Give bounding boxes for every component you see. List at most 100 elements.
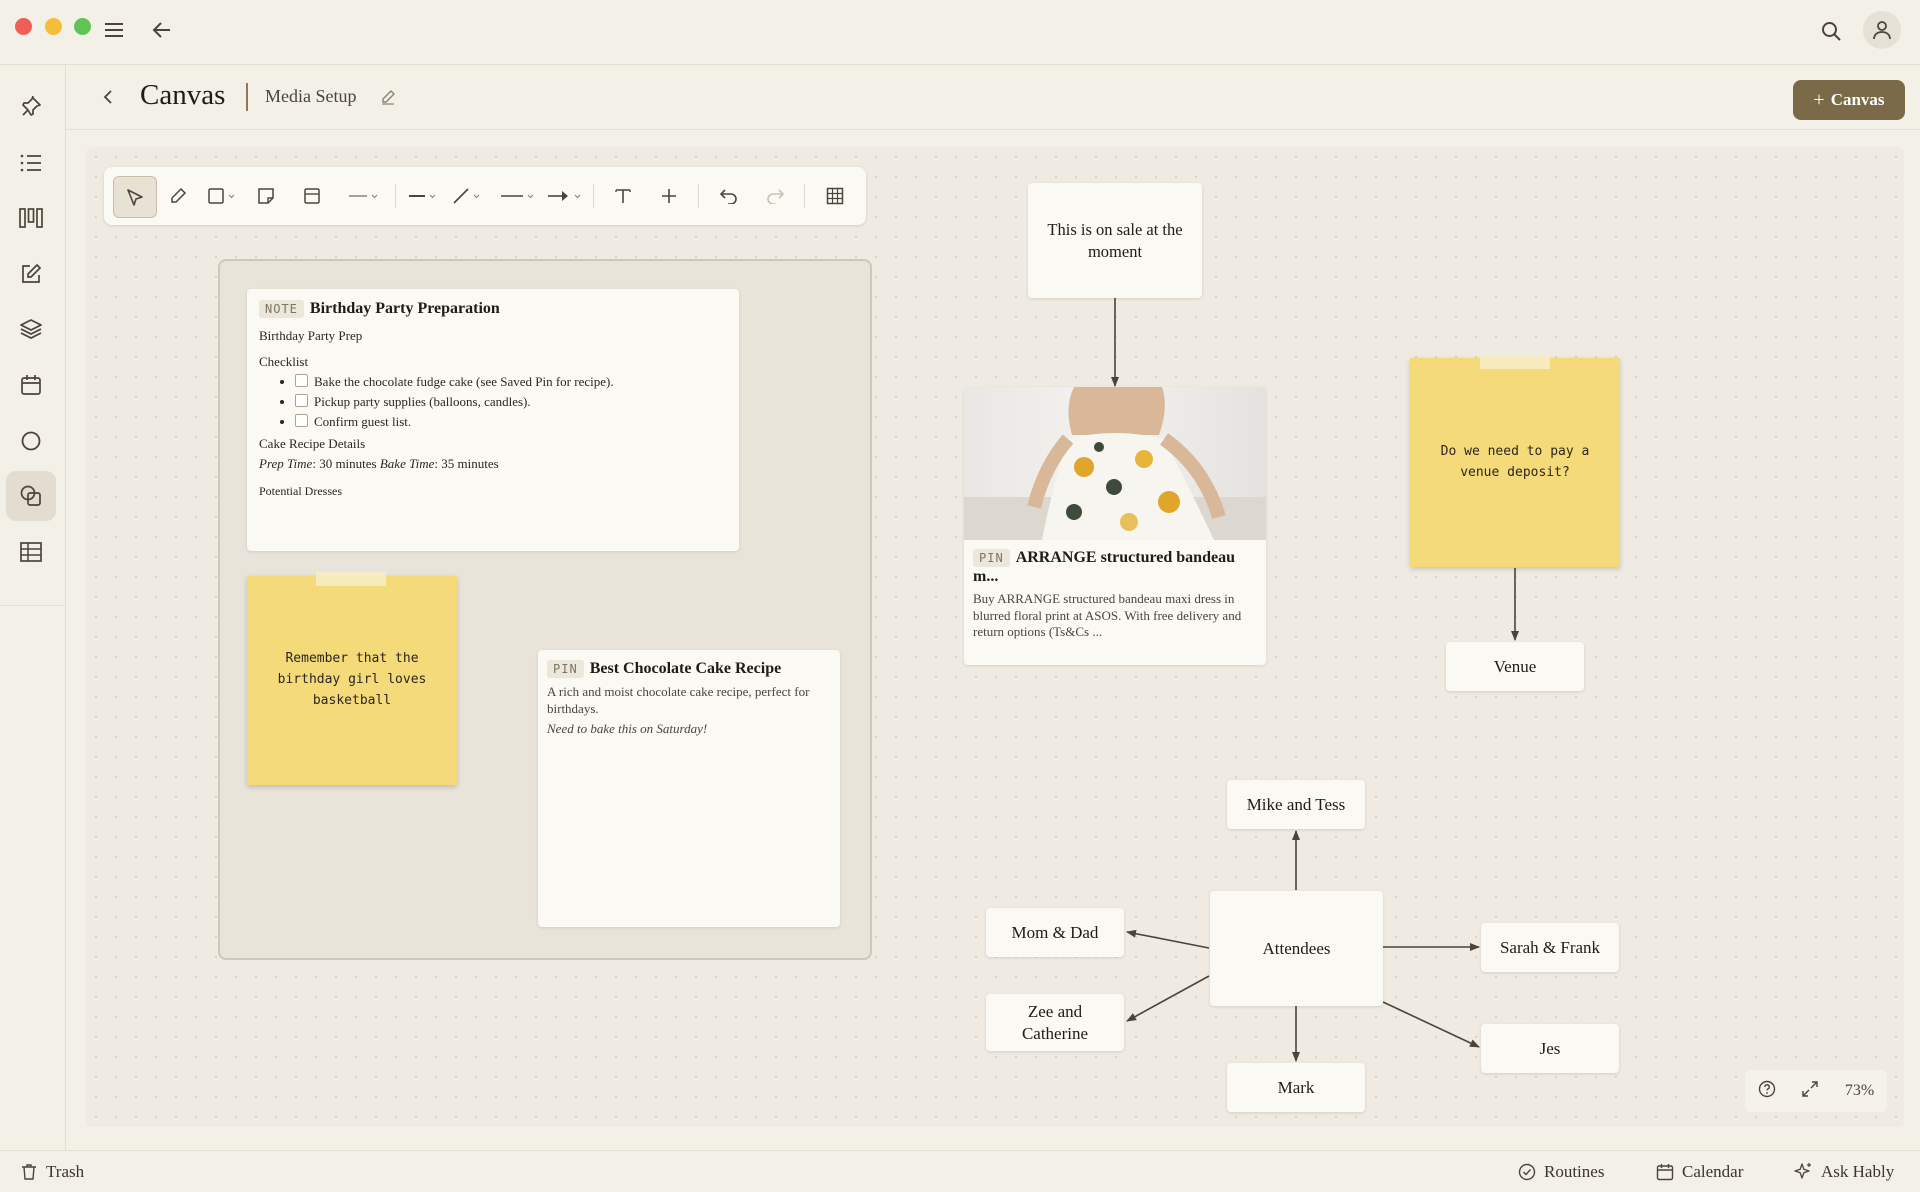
checkbox[interactable] (295, 414, 308, 428)
add-tool[interactable] (652, 176, 686, 216)
back-arrow-icon[interactable] (148, 16, 176, 44)
zoom-level[interactable]: 73% (1845, 1082, 1874, 1100)
trash-button[interactable]: Trash (20, 1151, 84, 1192)
node-attendees[interactable]: Attendees (1210, 891, 1383, 1006)
checkbox[interactable] (295, 374, 308, 388)
checklist-item-label: Confirm guest list. (314, 414, 412, 430)
undo-button[interactable] (712, 176, 746, 216)
note-line: Birthday Party Prep (259, 328, 363, 344)
ask-hably-button[interactable]: Ask Hably (1793, 1151, 1894, 1192)
close-window-button[interactable] (15, 18, 32, 35)
node-venue[interactable]: Venue (1446, 642, 1584, 691)
grid-icon (826, 187, 844, 205)
canvas-toolbar (104, 167, 866, 225)
frame-tool[interactable] (295, 176, 329, 216)
pin-title: Best Chocolate Cake Recipe (589, 660, 782, 678)
dresses-heading: Potential Dresses (259, 484, 342, 499)
sticky-note-basketball[interactable]: Remember that the birthday girl loves ba… (247, 572, 457, 785)
grid-tool[interactable] (816, 176, 854, 216)
page-header: Canvas Media Setup + Canvas (66, 65, 1920, 130)
sale-note[interactable]: This is on sale at the moment (1028, 183, 1202, 298)
sticky-note-venue-deposit[interactable]: Do we need to pay a venue deposit? (1410, 355, 1620, 567)
routines-button[interactable]: Routines (1518, 1151, 1604, 1192)
sticky-text: Remember that the birthday girl loves ba… (277, 651, 427, 708)
kanban-icon (19, 208, 43, 228)
menu-icon[interactable] (100, 16, 128, 44)
calendar-icon (1656, 1163, 1674, 1180)
node-label: Mike and Tess (1246, 794, 1346, 814)
sidebar-item-calendar[interactable] (6, 360, 56, 410)
sidebar-item-list[interactable] (6, 138, 56, 188)
node-jes[interactable]: Jes (1481, 1024, 1619, 1073)
dash-style-tool[interactable] (497, 176, 539, 216)
line-tool[interactable] (449, 176, 485, 216)
node-mom-and-dad[interactable]: Mom & Dad (986, 908, 1124, 957)
node-mike-and-tess[interactable]: Mike and Tess (1227, 780, 1365, 829)
sparkle-icon (1794, 1162, 1811, 1179)
arrow-tool[interactable] (544, 176, 586, 216)
undo-icon (719, 189, 737, 204)
list-icon (20, 154, 41, 172)
add-canvas-button[interactable]: + Canvas (1793, 80, 1905, 120)
line-style-tool[interactable] (344, 176, 384, 216)
note-card[interactable]: NOTE Birthday Party Preparation Birthday … (247, 289, 739, 551)
trash-icon (22, 1163, 36, 1180)
shape-tool[interactable] (204, 176, 240, 216)
search-icon[interactable] (1816, 16, 1846, 46)
stroke-weight-tool[interactable] (405, 176, 441, 216)
node-zee-and-catherine[interactable]: Zee and Catherine (986, 994, 1124, 1051)
calendar-button[interactable]: Calendar (1656, 1151, 1743, 1192)
node-mark[interactable]: Mark (1227, 1063, 1365, 1112)
sticky-tool[interactable] (249, 176, 283, 216)
sidebar-item-board[interactable] (6, 193, 56, 243)
sidebar-item-layers[interactable] (6, 304, 56, 354)
help-icon[interactable] (1758, 1080, 1776, 1103)
canvas-subtitle: Media Setup (265, 86, 357, 106)
circle-icon (21, 431, 41, 451)
maximize-window-button[interactable] (74, 18, 91, 35)
checkbox[interactable] (295, 394, 308, 408)
dash-style-icon (501, 194, 534, 199)
sidebar-item-canvas[interactable] (6, 471, 56, 521)
checklist-item: Pickup party supplies (balloons, candles… (295, 394, 727, 410)
cursor-icon (127, 189, 143, 206)
sidebar (0, 65, 66, 1150)
edit-icon (22, 263, 42, 283)
node-label: Attendees (1262, 938, 1331, 958)
prep-label: Prep Time (259, 456, 313, 472)
pin-badge: PIN (973, 549, 1010, 568)
minimize-window-button[interactable] (45, 18, 62, 35)
text-tool[interactable] (606, 176, 640, 216)
title-separator (246, 83, 248, 111)
rename-pencil-icon[interactable] (378, 87, 398, 107)
plus-icon (662, 189, 676, 203)
prep-value: : 30 minutes (312, 456, 380, 472)
dress-pin[interactable]: PIN ARRANGE structured bandeau m... Buy A… (964, 387, 1266, 665)
bake-label: Bake Time (379, 456, 435, 472)
node-label: Sarah & Frank (1499, 937, 1601, 957)
canvas-shapes-icon (20, 485, 41, 506)
redo-icon (767, 189, 785, 204)
checklist-heading: Checklist (259, 354, 309, 370)
sidebar-item-notes[interactable] (6, 249, 56, 299)
toolbar-divider (804, 184, 805, 208)
select-tool[interactable] (113, 176, 157, 218)
pen-icon (171, 187, 187, 203)
check-circle-icon (1518, 1163, 1536, 1180)
fullscreen-icon[interactable] (1801, 1080, 1819, 1103)
node-sarah-and-frank[interactable]: Sarah & Frank (1481, 923, 1619, 972)
redo-button[interactable] (758, 176, 792, 216)
sidebar-divider (0, 605, 64, 606)
layers-icon (20, 319, 42, 339)
user-icon[interactable] (1863, 11, 1901, 49)
checklist-item: Bake the chocolate fudge cake (see Saved… (295, 374, 727, 390)
sale-note-text: This is on sale at the moment (1047, 220, 1183, 261)
sidebar-item-table[interactable] (6, 527, 56, 577)
node-label: Venue (1493, 656, 1537, 676)
sidebar-item-circle[interactable] (6, 416, 56, 466)
chevron-left-icon[interactable] (96, 85, 120, 109)
plus-icon: + (1813, 89, 1825, 111)
sidebar-item-pins[interactable] (6, 82, 56, 132)
cake-recipe-pin[interactable]: PIN Best Chocolate Cake Recipe A rich and… (538, 650, 840, 927)
pen-tool[interactable] (162, 176, 194, 216)
